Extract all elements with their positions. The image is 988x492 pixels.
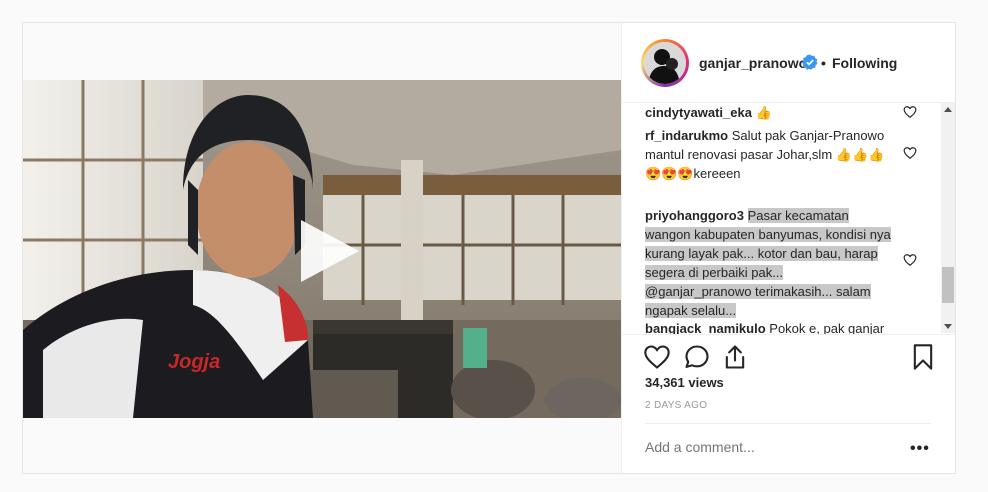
comment-username[interactable]: rf_indarukmo	[645, 128, 728, 143]
divider	[645, 423, 931, 424]
post-timestamp[interactable]: 2 DAYS AGO	[645, 400, 707, 411]
comments-list: cindytyawati_eka 👍 rf_indarukmo Salut pa…	[621, 103, 955, 334]
svg-text:Jogja: Jogja	[168, 351, 220, 373]
comment-text: 👍	[755, 105, 772, 120]
play-icon[interactable]	[293, 216, 363, 286]
comments-scrollbar[interactable]	[941, 103, 955, 333]
view-count[interactable]: 34,361 views	[645, 375, 724, 390]
avatar[interactable]	[641, 39, 689, 87]
scroll-up-icon[interactable]	[941, 103, 955, 117]
comment-text: Pasar kecamatan wangon kabupaten banyuma…	[645, 208, 891, 318]
post-media: Jogja	[23, 23, 622, 473]
comment-username[interactable]: priyohanggoro3	[645, 208, 744, 223]
comment-item: bangjack_namikulo Pokok e, pak ganjar ny…	[645, 319, 893, 334]
more-options-button[interactable]: •••	[910, 440, 930, 458]
add-comment-input[interactable]	[645, 439, 895, 455]
verified-badge-icon	[802, 54, 818, 70]
comment-icon[interactable]	[683, 343, 711, 371]
avatar-image	[644, 42, 686, 84]
video-player[interactable]: Jogja	[23, 80, 621, 418]
following-button[interactable]: Following	[832, 55, 897, 71]
comment-like-icon[interactable]	[903, 105, 917, 119]
post-header: ganjar_pranowo • Following	[621, 23, 955, 103]
author-username[interactable]: ganjar_pranowo	[699, 55, 807, 71]
comment-like-icon[interactable]	[903, 253, 917, 267]
header-separator: •	[821, 55, 826, 71]
comment-like-icon[interactable]	[903, 146, 917, 160]
heart-icon[interactable]	[643, 343, 671, 371]
comment-item: priyohanggoro3 Pasar kecamatan wangon ka…	[645, 206, 893, 320]
action-bar	[621, 334, 955, 379]
comment-item: rf_indarukmo Salut pak Ganjar-Pranowo ma…	[645, 126, 893, 183]
comment-item: cindytyawati_eka 👍	[645, 103, 893, 122]
scroll-down-icon[interactable]	[941, 319, 955, 333]
comment-username[interactable]: bangjack_namikulo	[645, 321, 766, 334]
scroll-thumb[interactable]	[942, 267, 954, 303]
share-icon[interactable]	[721, 343, 749, 371]
post-card: Jogja ganjar_pranowo • Following cindyty…	[22, 22, 956, 474]
bookmark-icon[interactable]	[909, 343, 937, 371]
post-sidebar: ganjar_pranowo • Following cindytyawati_…	[621, 23, 955, 473]
comment-username[interactable]: cindytyawati_eka	[645, 105, 752, 120]
